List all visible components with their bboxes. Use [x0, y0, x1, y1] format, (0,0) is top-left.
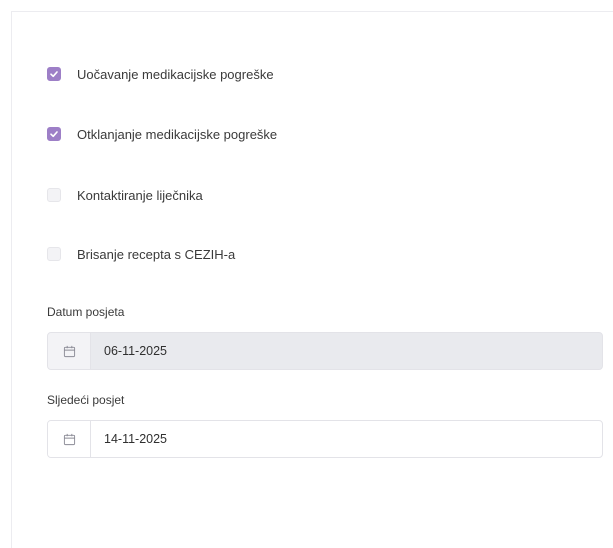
checkbox-label: Kontaktiranje liječnika — [77, 187, 203, 203]
checkbox-row-uocavanje[interactable]: Uočavanje medikacijske pogreške — [47, 64, 274, 84]
checkbox-kontaktiranje[interactable] — [47, 188, 61, 202]
form-panel — [11, 11, 613, 548]
visit-date-value: 06-11-2025 — [104, 344, 168, 358]
check-icon — [50, 71, 58, 78]
checkbox-row-kontaktiranje[interactable]: Kontaktiranje liječnika — [47, 185, 203, 205]
checkbox-label: Brisanje recepta s CEZIH-a — [77, 246, 236, 262]
visit-date-field: 06-11-2025 — [47, 332, 603, 370]
checkbox-label: Otklanjanje medikacijske pogreške — [77, 126, 278, 142]
next-visit-value[interactable]: 14-11-2025 — [91, 421, 167, 457]
next-visit-label: Sljedeći posjet — [47, 393, 125, 407]
next-visit-field[interactable]: 14-11-2025 — [47, 420, 603, 458]
checkbox-uocavanje[interactable] — [47, 67, 61, 81]
calendar-icon[interactable] — [48, 421, 91, 457]
checkbox-row-brisanje[interactable]: Brisanje recepta s CEZIH-a — [47, 244, 235, 264]
check-icon — [50, 131, 58, 138]
checkbox-label: Uočavanje medikacijske pogreške — [77, 66, 274, 82]
checkbox-brisanje[interactable] — [47, 247, 61, 261]
calendar-icon — [48, 333, 91, 369]
checkbox-otklanjanje[interactable] — [47, 127, 61, 141]
visit-date-label: Datum posjeta — [47, 305, 125, 319]
checkbox-row-otklanjanje[interactable]: Otklanjanje medikacijske pogreške — [47, 124, 277, 144]
